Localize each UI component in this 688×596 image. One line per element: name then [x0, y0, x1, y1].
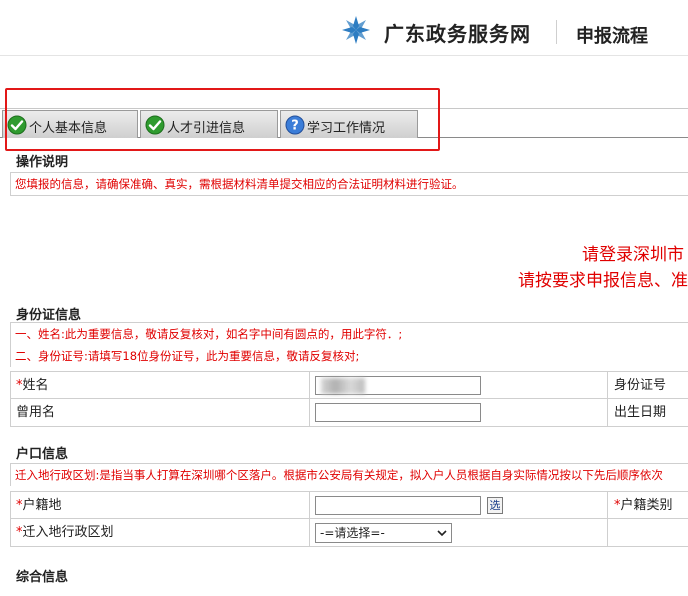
- cell-divider: [607, 372, 608, 399]
- id-notes-box: 一、姓名:此为重要信息，敬请反复核对，如名字中间有圆点的，用此字符．; 二、身份…: [10, 322, 688, 367]
- district-label: *迁入地行政区划: [16, 525, 114, 540]
- hukou-section-title: 户口信息: [16, 447, 69, 462]
- instructions-box: 您填报的信息，请确保准确、真实，需根据材料清单提交相应的合法证明材料进行验证。: [10, 172, 688, 196]
- instructions-title: 操作说明: [16, 155, 69, 170]
- form-row-origin: *户籍地 选 *户籍类别: [10, 491, 688, 519]
- hukou-type-label: *户籍类别: [614, 498, 673, 513]
- id-number-label: 身份证号: [614, 378, 667, 393]
- banner-line-1: 请登录深圳市: [582, 245, 684, 265]
- page-title: 申报流程: [576, 26, 648, 47]
- select-origin-button[interactable]: 选: [487, 497, 503, 514]
- id-note-line: 一、姓名:此为重要信息，敬请反复核对，如名字中间有圆点的，用此字符．;: [15, 327, 403, 341]
- origin-input[interactable]: [315, 496, 481, 515]
- cell-divider: [607, 519, 608, 546]
- banner-line-2: 请按要求申报信息、准: [518, 271, 688, 291]
- site-title: 广东政务服务网: [384, 22, 531, 46]
- page-header: 广东政务服务网 申报流程: [0, 0, 688, 56]
- cell-divider: [607, 399, 608, 426]
- former-name-input[interactable]: [315, 403, 481, 422]
- cell-divider: [607, 492, 608, 519]
- id-section-title: 身份证信息: [16, 308, 82, 323]
- hukou-note-line: 迁入地行政区划:是指当事人打算在深圳哪个区落户。根据市公安局有关规定，拟入户人员…: [15, 468, 663, 482]
- district-select-value: -=请选择=-: [320, 526, 385, 540]
- redacted-name: [321, 378, 365, 394]
- district-select[interactable]: -=请选择=-: [315, 523, 452, 543]
- highlight-box: [5, 88, 440, 151]
- hukou-note-box: 迁入地行政区划:是指当事人打算在深圳哪个区落户。根据市公安局有关规定，拟入户人员…: [10, 463, 688, 486]
- header-divider: [556, 20, 557, 44]
- next-section-title: 综合信息: [16, 570, 69, 585]
- chevron-down-icon: [437, 530, 447, 537]
- cell-divider: [309, 399, 310, 426]
- cell-divider: [309, 519, 310, 546]
- form-row-district: *迁入地行政区划 -=请选择=-: [10, 519, 688, 547]
- name-label: *姓名: [16, 378, 49, 393]
- birth-date-label: 出生日期: [614, 405, 667, 420]
- id-note-line: 二、身份证号:请填写18位身份证号，此为重要信息，敬请反复核对;: [15, 349, 360, 363]
- form-row-former-name: 曾用名 出生日期: [10, 399, 688, 427]
- origin-label: *户籍地: [16, 498, 62, 513]
- cell-divider: [309, 492, 310, 519]
- guangdong-logo-icon: [342, 16, 370, 44]
- form-row-name: *姓名 身份证号: [10, 371, 688, 399]
- instructions-text: 您填报的信息，请确保准确、真实，需根据材料清单提交相应的合法证明材料进行验证。: [15, 177, 464, 191]
- former-name-label: 曾用名: [16, 405, 56, 420]
- cell-divider: [309, 372, 310, 399]
